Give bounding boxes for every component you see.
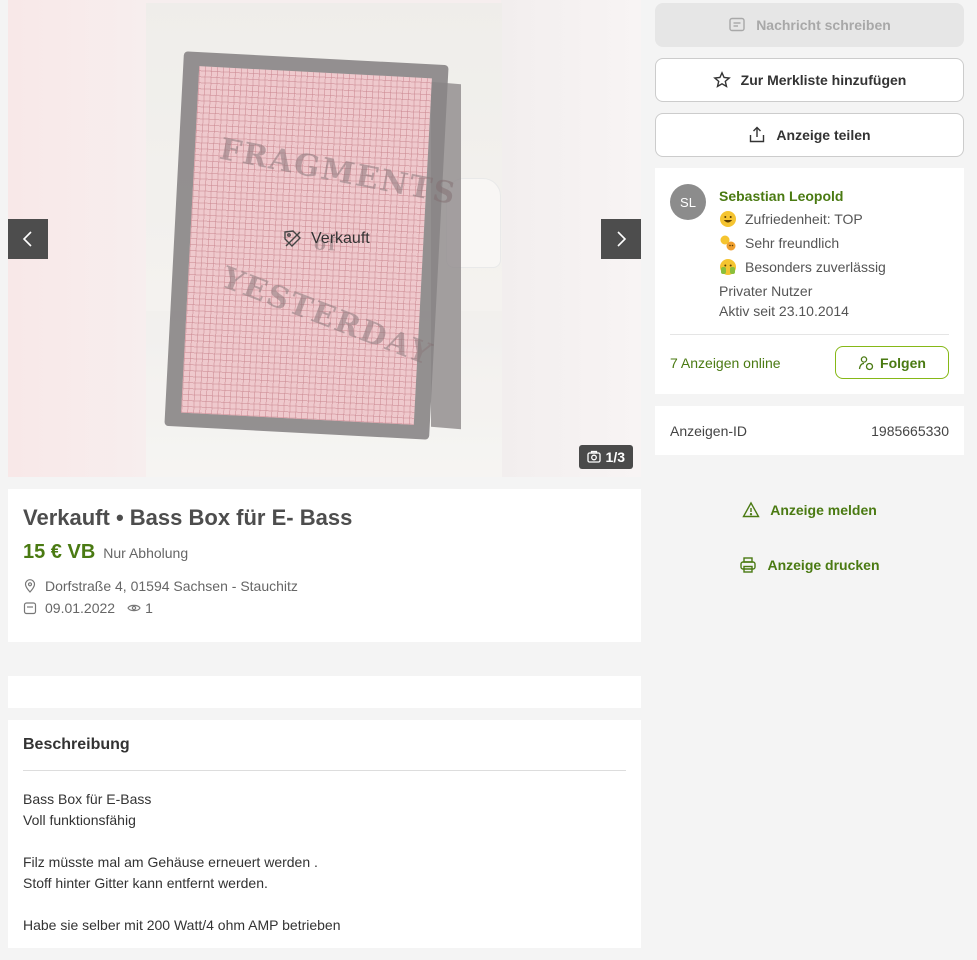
add-to-watchlist-label: Zur Merkliste hinzufügen bbox=[740, 72, 907, 88]
badge-friendly: Sehr freundlich bbox=[719, 233, 886, 252]
next-image-button[interactable] bbox=[601, 219, 641, 259]
title-separator: • bbox=[115, 505, 124, 530]
description-line: Filz müsste mal am Gehäuse erneuert werd… bbox=[23, 854, 318, 870]
post-date: 09.01.2022 bbox=[45, 600, 116, 616]
report-ad-label: Anzeige melden bbox=[770, 502, 877, 518]
seller-type: Privater Nutzer bbox=[719, 283, 813, 299]
description-line: Habe sie selber mit 200 Watt/4 ohm AMP b… bbox=[23, 917, 341, 933]
printer-icon bbox=[740, 557, 757, 573]
print-ad-link[interactable]: Anzeige drucken bbox=[655, 556, 964, 574]
description-heading: Beschreibung bbox=[23, 736, 626, 771]
message-icon bbox=[729, 17, 745, 32]
write-message-label: Nachricht schreiben bbox=[756, 17, 891, 33]
price: 15 € VB bbox=[23, 541, 96, 563]
follow-button[interactable]: Folgen bbox=[835, 346, 949, 379]
star-icon bbox=[712, 71, 731, 88]
image-counter: 1/3 bbox=[578, 445, 633, 469]
sold-prefix: Verkauft bbox=[23, 505, 110, 530]
prev-image-button[interactable] bbox=[8, 219, 48, 259]
ad-id-label: Anzeigen-ID bbox=[670, 422, 748, 439]
follow-label: Folgen bbox=[880, 354, 926, 371]
view-count: 1 bbox=[145, 600, 153, 616]
shipping-option: Nur Abholung bbox=[103, 545, 189, 561]
description-line: Bass Box für E-Bass bbox=[23, 791, 152, 807]
image-counter-label: 1/3 bbox=[605, 449, 625, 465]
badge-reliable: Besonders zuverlässig bbox=[719, 257, 886, 276]
chevron-right-icon bbox=[617, 231, 627, 247]
add-to-watchlist-button[interactable]: Zur Merkliste hinzufügen bbox=[655, 58, 964, 102]
listing-summary: Verkauft • Bass Box für E- Bass 15 € VB … bbox=[8, 489, 641, 642]
description-line: Voll funktionsfähig bbox=[23, 812, 136, 828]
location-text: Dorfstraße 4, 01594 Sachsen - Stauchitz bbox=[45, 578, 298, 594]
seller-card: SL Sebastian Leopold Zufriedenheit: TOP … bbox=[655, 168, 964, 394]
location-pin-icon bbox=[24, 579, 36, 593]
follow-user-icon bbox=[858, 355, 874, 370]
friendly-icon bbox=[719, 234, 737, 252]
report-ad-link[interactable]: Anzeige melden bbox=[655, 501, 964, 519]
ads-online-link[interactable]: 7 Anzeigen online bbox=[670, 355, 781, 371]
badge-label: Zufriedenheit: TOP bbox=[745, 210, 863, 227]
empty-panel bbox=[8, 676, 641, 708]
date-row: 09.01.2022 1 bbox=[23, 600, 626, 616]
chevron-left-icon bbox=[22, 231, 32, 247]
listing-title: Verkauft • Bass Box für E- Bass bbox=[23, 505, 626, 531]
camera-icon bbox=[586, 450, 601, 463]
badge-satisfaction: Zufriedenheit: TOP bbox=[719, 209, 886, 228]
ad-id-card: Anzeigen-ID 1985665330 bbox=[655, 406, 964, 455]
description-body: Bass Box für E-Bass Voll funktionsfähig … bbox=[23, 789, 626, 936]
sold-overlay: Verkauft bbox=[283, 229, 370, 249]
share-icon bbox=[750, 126, 765, 143]
views: 1 bbox=[127, 600, 153, 616]
eye-icon bbox=[127, 604, 141, 612]
description-line: Stoff hinter Gitter kann entfernt werden… bbox=[23, 875, 268, 891]
reliable-icon bbox=[719, 258, 737, 276]
location-row: Dorfstraße 4, 01594 Sachsen - Stauchitz bbox=[23, 578, 626, 594]
sold-label: Verkauft bbox=[311, 230, 370, 247]
grinning-face-icon bbox=[719, 210, 737, 228]
description-section: Beschreibung Bass Box für E-Bass Voll fu… bbox=[8, 720, 641, 948]
image-gallery[interactable]: FRAGMENTS of YESTERDAY Verkauft 1/3 bbox=[8, 0, 641, 477]
print-ad-label: Anzeige drucken bbox=[767, 557, 880, 573]
ad-id-value: 1985665330 bbox=[871, 422, 949, 439]
avatar[interactable]: SL bbox=[670, 184, 706, 220]
share-ad-label: Anzeige teilen bbox=[776, 127, 871, 143]
seller-name[interactable]: Sebastian Leopold bbox=[719, 188, 886, 204]
calendar-icon bbox=[23, 602, 37, 615]
share-ad-button[interactable]: Anzeige teilen bbox=[655, 113, 964, 157]
description-line bbox=[23, 831, 626, 852]
write-message-button[interactable]: Nachricht schreiben bbox=[655, 3, 964, 47]
seller-active-since: Aktiv seit 23.10.2014 bbox=[719, 303, 849, 319]
seller-info: Sebastian Leopold Zufriedenheit: TOP Seh… bbox=[719, 188, 886, 319]
badge-label: Besonders zuverlässig bbox=[745, 258, 886, 275]
title-text: Bass Box für E- Bass bbox=[129, 505, 353, 530]
badge-label: Sehr freundlich bbox=[745, 234, 840, 251]
warning-icon bbox=[742, 501, 760, 518]
sold-tag-icon bbox=[284, 230, 301, 247]
description-line bbox=[23, 894, 626, 915]
price-row: 15 € VB Nur Abholung bbox=[23, 541, 626, 564]
divider bbox=[670, 334, 949, 335]
